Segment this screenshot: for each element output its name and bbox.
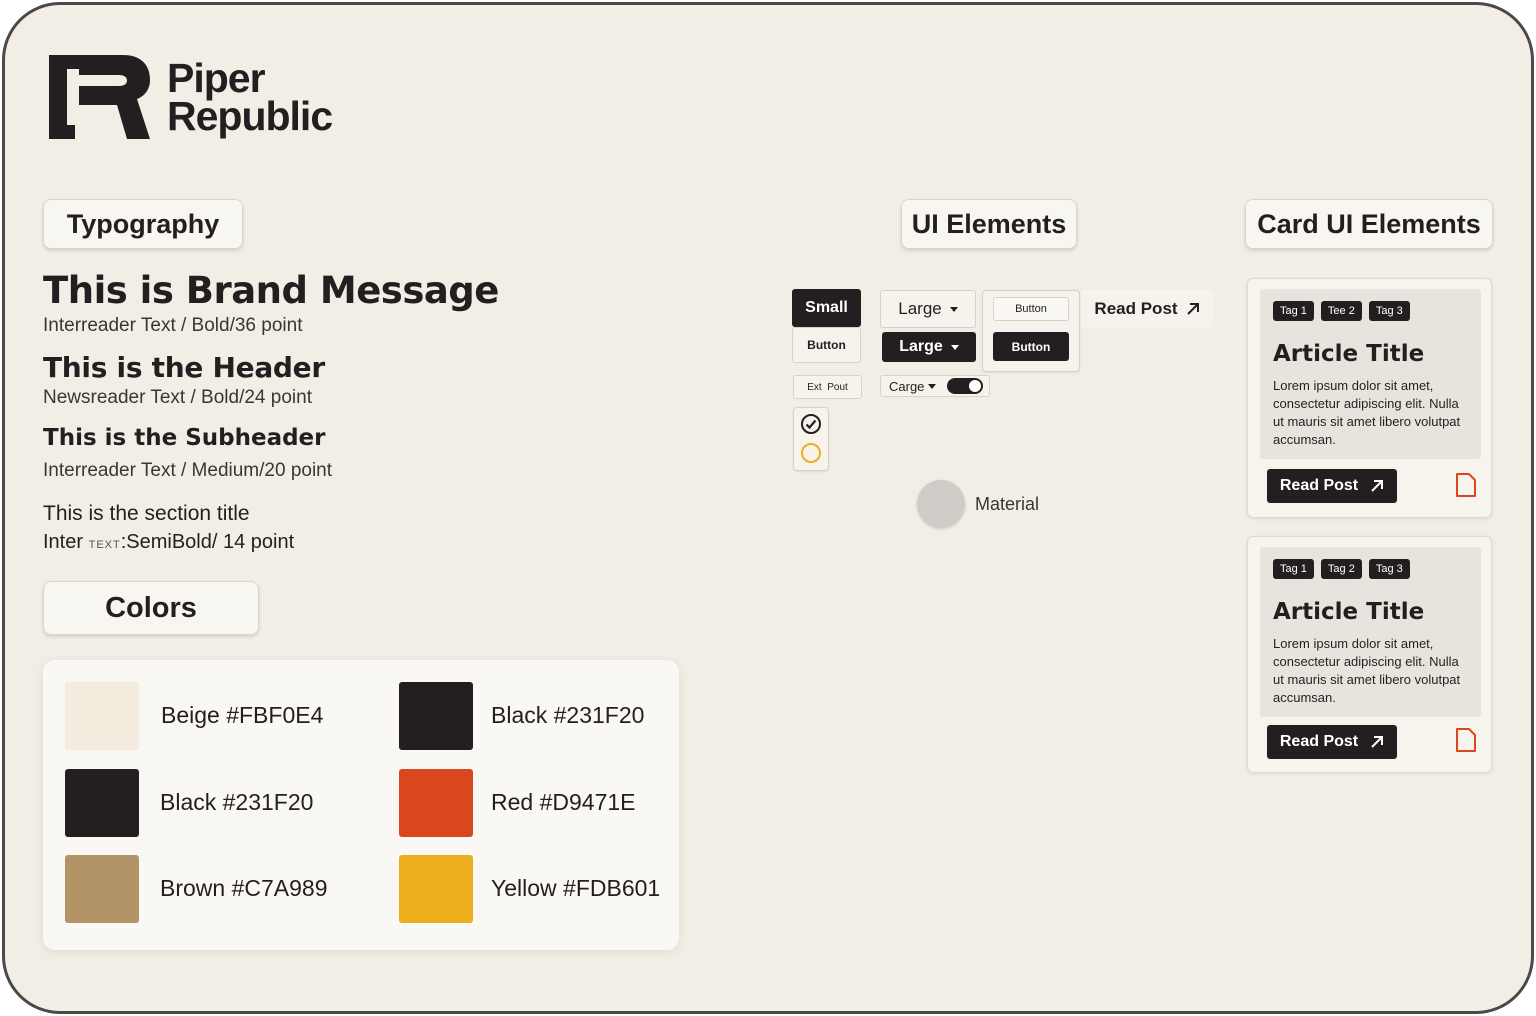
tag-list: Tag 1 Tee 2 Tag 3 [1273,301,1410,321]
header-sample: This is the Header [43,351,325,384]
document-icon[interactable] [1454,727,1478,753]
large-dropdown-label: Large [899,338,943,355]
ext-pout-button[interactable]: Ext Pout [793,375,862,399]
color-label: Red #D9471E [491,789,636,815]
tag-list: Tag 1 Tag 2 Tag 3 [1273,559,1410,579]
brand-message-sample: This is Brand Message [43,269,499,312]
brand-message-caption: Interreader Text / Bold/36 point [43,315,303,336]
carge-dropdown-label: Carge [889,378,925,394]
tag[interactable]: Tee 2 [1320,301,1362,321]
arrow-up-right-icon [1186,303,1199,315]
article-title: Article Title [1273,599,1425,625]
article-card: Tag 1 Tee 2 Tag 3 Article Title Lorem ip… [1247,278,1492,518]
card-content: Tag 1 Tee 2 Tag 3 Article Title Lorem ip… [1260,289,1481,459]
small-button[interactable]: Small [792,289,861,327]
read-post-label: Read Post [1279,733,1359,750]
header-caption: Newsreader Text / Bold/24 point [43,387,312,408]
section-card-ui-elements-header: Card UI Elements [1245,199,1493,249]
color-swatch [65,855,139,923]
material-label: Material [975,494,1040,514]
large-dropdown-dark[interactable]: Large [882,332,976,362]
read-post-label: Read Post [1279,477,1359,494]
tag[interactable]: Tag 1 [1273,301,1314,321]
section-colors-header: Colors [43,581,259,635]
large-dropdown-label: Large [898,299,942,318]
section-title-caption: Inter TEXT:SemiBold/ 14 point [43,531,295,553]
toggle-knob [969,380,981,392]
article-card: Tag 1 Tag 2 Tag 3 Article Title Lorem ip… [1247,536,1492,773]
arrow-up-right-icon [1371,736,1384,748]
color-label: Yellow #FDB601 [491,875,661,901]
subheader-sample: This is the Subheader [43,425,326,451]
check-circle-icon[interactable] [800,413,822,435]
color-label: Black #231F20 [491,702,645,728]
document-icon[interactable] [1454,472,1478,498]
button-outline[interactable]: Button [993,297,1069,321]
button-secondary[interactable]: Button [792,327,861,363]
tag[interactable]: Tag 2 [1320,559,1362,579]
color-label: Beige #FBF0E4 [161,702,324,728]
read-post-label: Read Post [1094,299,1178,318]
brand-name-line1: Piper [167,55,266,101]
read-post-link[interactable]: Read Post [1081,290,1213,328]
tag[interactable]: Tag 3 [1368,559,1410,579]
color-label: Black #231F20 [160,789,314,815]
radio-circle-icon[interactable] [800,442,822,464]
color-swatch [65,682,139,750]
tag[interactable]: Tag 3 [1368,301,1410,321]
subheader-caption: Interreader Text / Medium/20 point [43,460,333,481]
selection-controls [793,407,829,471]
article-title: Article Title [1273,341,1425,367]
toggle-switch[interactable] [947,378,983,394]
color-swatch [399,769,473,837]
tag[interactable]: Tag 1 [1273,559,1314,579]
section-typography-header: Typography [43,199,243,249]
arrow-up-right-icon [1371,480,1384,492]
card-content: Tag 1 Tag 2 Tag 3 Article Title Lorem ip… [1260,547,1481,717]
style-guide-canvas: Piper Republic Typography UI Elements Ca… [2,2,1534,1014]
color-swatch [65,769,139,837]
read-post-button[interactable]: Read Post [1267,725,1397,759]
color-swatch [399,855,473,923]
chevron-down-icon [928,383,937,389]
chevron-down-icon [949,306,958,312]
piper-republic-logo-icon [49,55,150,139]
section-ui-elements-header: UI Elements [901,199,1077,249]
brand-logo: Piper Republic [49,55,333,139]
color-label: Brown #C7A989 [160,875,328,901]
color-swatch [399,682,473,750]
article-excerpt: Lorem ipsum dolor sit amet, consectetur … [1273,378,1461,447]
section-title-sample: This is the section title [43,502,250,525]
read-post-button[interactable]: Read Post [1267,469,1397,503]
button-primary[interactable]: Button [993,332,1069,361]
colors-panel: Beige #FBF0E4 Black #231F20 Black #231F2… [43,660,679,950]
chevron-down-icon [950,344,959,350]
large-dropdown-light[interactable]: Large [880,290,976,328]
material-avatar[interactable] [917,480,965,528]
brand-name-line2: Republic [167,93,333,139]
article-excerpt: Lorem ipsum dolor sit amet, consectetur … [1273,636,1461,705]
